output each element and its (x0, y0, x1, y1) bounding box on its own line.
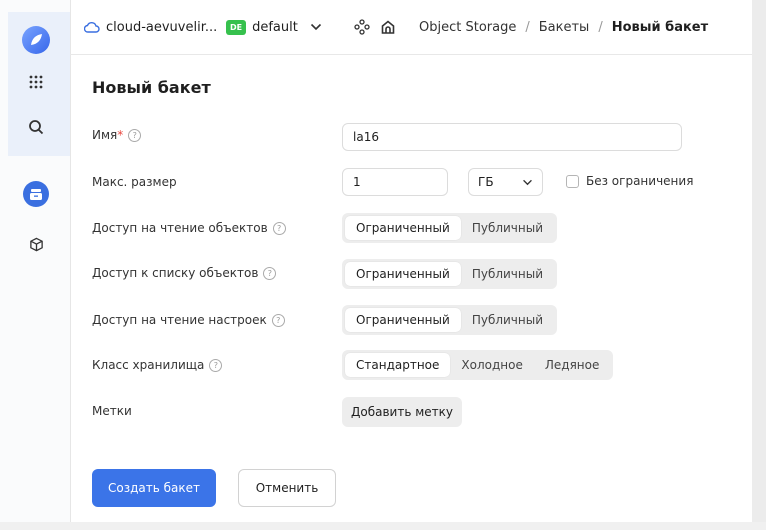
yandex-cloud-logo[interactable] (22, 26, 50, 54)
max-size-input[interactable]: 1 (342, 168, 448, 196)
read-objects-label: Доступ на чтение объектов ? (92, 221, 286, 235)
storage-class-standard[interactable]: Стандартное (345, 353, 451, 377)
app-frame: cloud-aevuvelir... DE default Object Sto… (0, 0, 766, 530)
storage-class-cold[interactable]: Холодное (450, 353, 533, 377)
storage-class-label-text: Класс хранилища (92, 358, 205, 372)
required-mark: * (117, 128, 124, 142)
list-objects-public[interactable]: Публичный (461, 262, 554, 286)
chevron-down-icon (310, 23, 322, 31)
read-settings-restricted[interactable]: Ограниченный (345, 308, 461, 332)
cloud-selector[interactable]: cloud-aevuvelir... (84, 0, 217, 54)
search-icon[interactable] (22, 113, 50, 141)
read-settings-label: Доступ на чтение настроек ? (92, 313, 285, 327)
list-objects-label-text: Доступ к списку объектов (92, 266, 259, 280)
name-label-text: Имя (92, 128, 118, 142)
page-title: Новый бакет (92, 78, 211, 97)
size-unit-value: ГБ (478, 175, 494, 189)
list-objects-label: Доступ к списку объектов ? (92, 266, 277, 280)
top-header: cloud-aevuvelir... DE default Object Sto… (70, 0, 752, 55)
storage-class-ice[interactable]: Ледяное (534, 353, 611, 377)
breadcrumb-separator: / (598, 19, 603, 35)
window-bottom-edge (0, 522, 766, 530)
read-settings-public[interactable]: Публичный (461, 308, 554, 332)
window-edge (752, 0, 766, 530)
help-icon[interactable]: ? (271, 313, 285, 327)
read-settings-label-text: Доступ на чтение настроек (92, 313, 267, 327)
read-objects-label-text: Доступ на чтение объектов (92, 221, 268, 235)
breadcrumb-buckets[interactable]: Бакеты (539, 20, 590, 35)
help-icon[interactable]: ? (128, 128, 142, 142)
name-input[interactable]: la16 (342, 123, 682, 151)
help-icon[interactable]: ? (272, 221, 286, 235)
folder-selector[interactable]: DE default (226, 0, 322, 54)
home-icon[interactable] (380, 0, 396, 54)
list-objects-restricted[interactable]: Ограниченный (345, 262, 461, 286)
help-icon[interactable]: ? (263, 266, 277, 280)
breadcrumb-current: Новый бакет (611, 19, 709, 35)
sidebar (0, 0, 71, 530)
cloud-name: cloud-aevuvelir... (106, 19, 218, 35)
storage-icon[interactable] (23, 181, 49, 207)
max-size-label: Макс. размер (92, 175, 177, 189)
read-objects-restricted[interactable]: Ограниченный (345, 216, 461, 240)
storage-class-label: Класс хранилища ? (92, 358, 223, 372)
storage-class-toggle: Стандартное Холодное Ледяное (342, 350, 614, 380)
list-objects-toggle: Ограниченный Публичный (342, 259, 558, 289)
services-icon[interactable] (354, 0, 370, 54)
add-tag-button[interactable]: Добавить метку (342, 397, 462, 427)
read-objects-toggle: Ограниченный Публичный (342, 213, 558, 243)
unlimited-checkbox[interactable] (566, 175, 579, 188)
folder-badge: DE (226, 19, 247, 35)
chevron-down-icon (522, 179, 533, 186)
folder-name: default (252, 19, 298, 35)
breadcrumb-separator: / (525, 19, 530, 35)
cube-icon[interactable] (22, 230, 50, 258)
help-icon[interactable]: ? (209, 358, 223, 372)
breadcrumb: Object Storage / Бакеты / Новый бакет (419, 0, 708, 54)
size-unit-select[interactable]: ГБ (468, 168, 543, 196)
unlimited-label[interactable]: Без ограничения (586, 174, 693, 188)
tags-label: Метки (92, 404, 132, 418)
name-label: Имя * ? (92, 128, 142, 142)
read-settings-toggle: Ограниченный Публичный (342, 305, 558, 335)
apps-grid-icon[interactable] (22, 68, 50, 96)
breadcrumb-object-storage[interactable]: Object Storage (419, 20, 516, 35)
cancel-button[interactable]: Отменить (238, 469, 336, 507)
read-objects-public[interactable]: Публичный (461, 216, 554, 240)
create-bucket-button[interactable]: Создать бакет (92, 469, 216, 507)
cloud-icon (84, 21, 100, 33)
